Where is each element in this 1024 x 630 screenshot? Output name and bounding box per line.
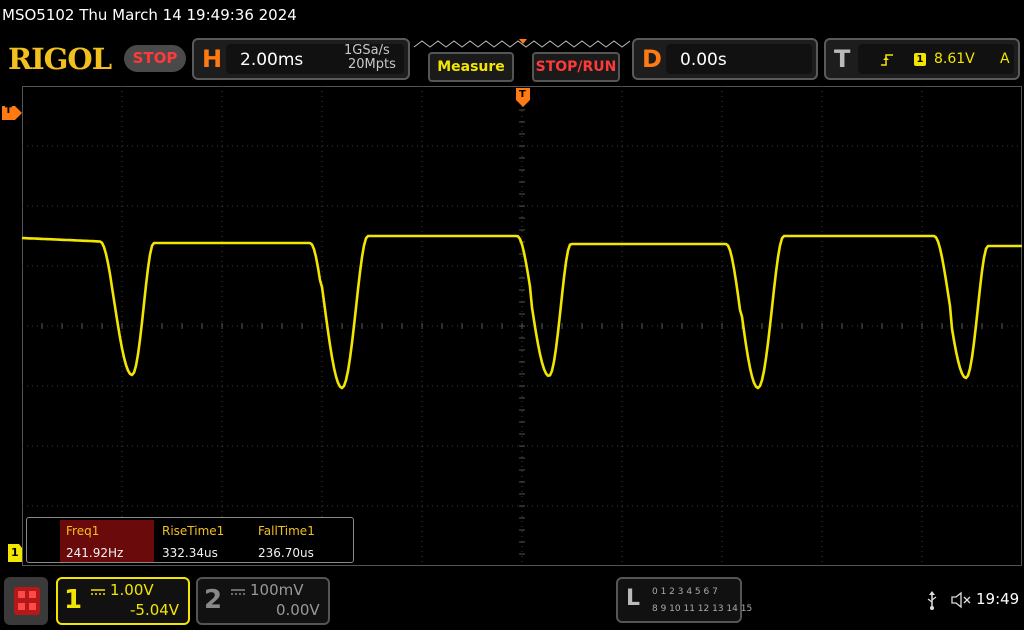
- trigger-mode: A: [1000, 51, 1010, 67]
- measurement-name: Freq1: [66, 524, 100, 538]
- sample-rate: 1GSa/s: [344, 43, 390, 58]
- speaker-muted-icon[interactable]: [950, 591, 972, 609]
- trigger-level-marker[interactable]: T: [2, 105, 22, 120]
- measurement-name: FallTime1: [258, 524, 315, 538]
- measurement-name: RiseTime1: [162, 524, 225, 538]
- horizontal-panel[interactable]: H 2.00ms 1GSa/s 20Mpts: [192, 38, 410, 80]
- delay-value: 0.00s: [680, 50, 727, 70]
- channel1-ground-label: 1: [11, 546, 19, 559]
- trigger-position-label: T: [519, 89, 526, 100]
- stop-run-button[interactable]: STOP/RUN: [532, 52, 620, 82]
- channel2-panel[interactable]: 2 100mV 0.00V: [196, 577, 330, 625]
- measurement-risetime[interactable]: RiseTime1 332.34us: [156, 520, 250, 562]
- memory-depth: 20Mpts: [348, 57, 396, 72]
- channel1-ground-marker[interactable]: 1: [8, 544, 22, 562]
- main-menu-button[interactable]: [4, 577, 48, 625]
- channel2-offset: 0.00V: [276, 601, 320, 619]
- waveform-grid[interactable]: [22, 86, 1022, 566]
- clock-time: 19:49: [976, 590, 1020, 608]
- trigger-panel[interactable]: T 1 8.61V A: [824, 38, 1020, 80]
- channel1-number: 1: [64, 585, 83, 615]
- channel2-scale: 100mV: [250, 581, 304, 599]
- logic-channels-row2: 8 9 10 11 12 13 14 15: [652, 604, 753, 614]
- measure-button[interactable]: Measure: [428, 52, 514, 82]
- timebase-value: 2.00ms: [240, 50, 304, 70]
- trigger-edge-icon: [881, 54, 893, 66]
- rigol-logo: RIGOL: [8, 42, 112, 76]
- measurement-value: 241.92Hz: [66, 546, 124, 560]
- trigger-letter: T: [834, 45, 851, 73]
- trigger-level: 8.61V: [934, 51, 975, 67]
- measurement-value: 332.34us: [162, 546, 218, 560]
- delay-panel[interactable]: D 0.00s: [632, 38, 818, 80]
- trigger-position-marker[interactable]: T: [516, 88, 530, 108]
- menu-grid-icon: [14, 587, 40, 615]
- memory-position-strip: [413, 39, 631, 48]
- channel1-scale: 1.00V: [110, 581, 154, 599]
- measurement-panel[interactable]: Freq1 241.92Hz RiseTime1 332.34us FallTi…: [26, 517, 354, 563]
- logic-panel[interactable]: L 0 1 2 3 4 5 6 7 8 9 10 11 12 13 14 15: [616, 577, 752, 623]
- trigger-source-badge: 1: [914, 53, 926, 66]
- usb-icon: [927, 591, 937, 610]
- channel1-offset: -5.04V: [130, 601, 180, 619]
- channel2-number: 2: [204, 585, 223, 615]
- trigger-level-marker-label: T: [5, 105, 12, 116]
- logic-letter: L: [626, 586, 641, 611]
- delay-letter: D: [642, 45, 662, 73]
- dc-coupling-icon: [91, 589, 105, 595]
- horizontal-letter: H: [202, 45, 223, 73]
- window-title: MSO5102 Thu March 14 19:49:36 2024: [2, 6, 297, 24]
- run-state-badge[interactable]: STOP: [124, 45, 186, 72]
- measurement-falltime[interactable]: FallTime1 236.70us: [252, 520, 346, 562]
- dc-coupling-icon: [231, 589, 245, 595]
- channel1-panel[interactable]: 1 1.00V -5.04V: [56, 577, 190, 625]
- logic-channels-row1: 0 1 2 3 4 5 6 7: [652, 587, 718, 597]
- measurement-value: 236.70us: [258, 546, 314, 560]
- measurement-freq[interactable]: Freq1 241.92Hz: [60, 520, 154, 562]
